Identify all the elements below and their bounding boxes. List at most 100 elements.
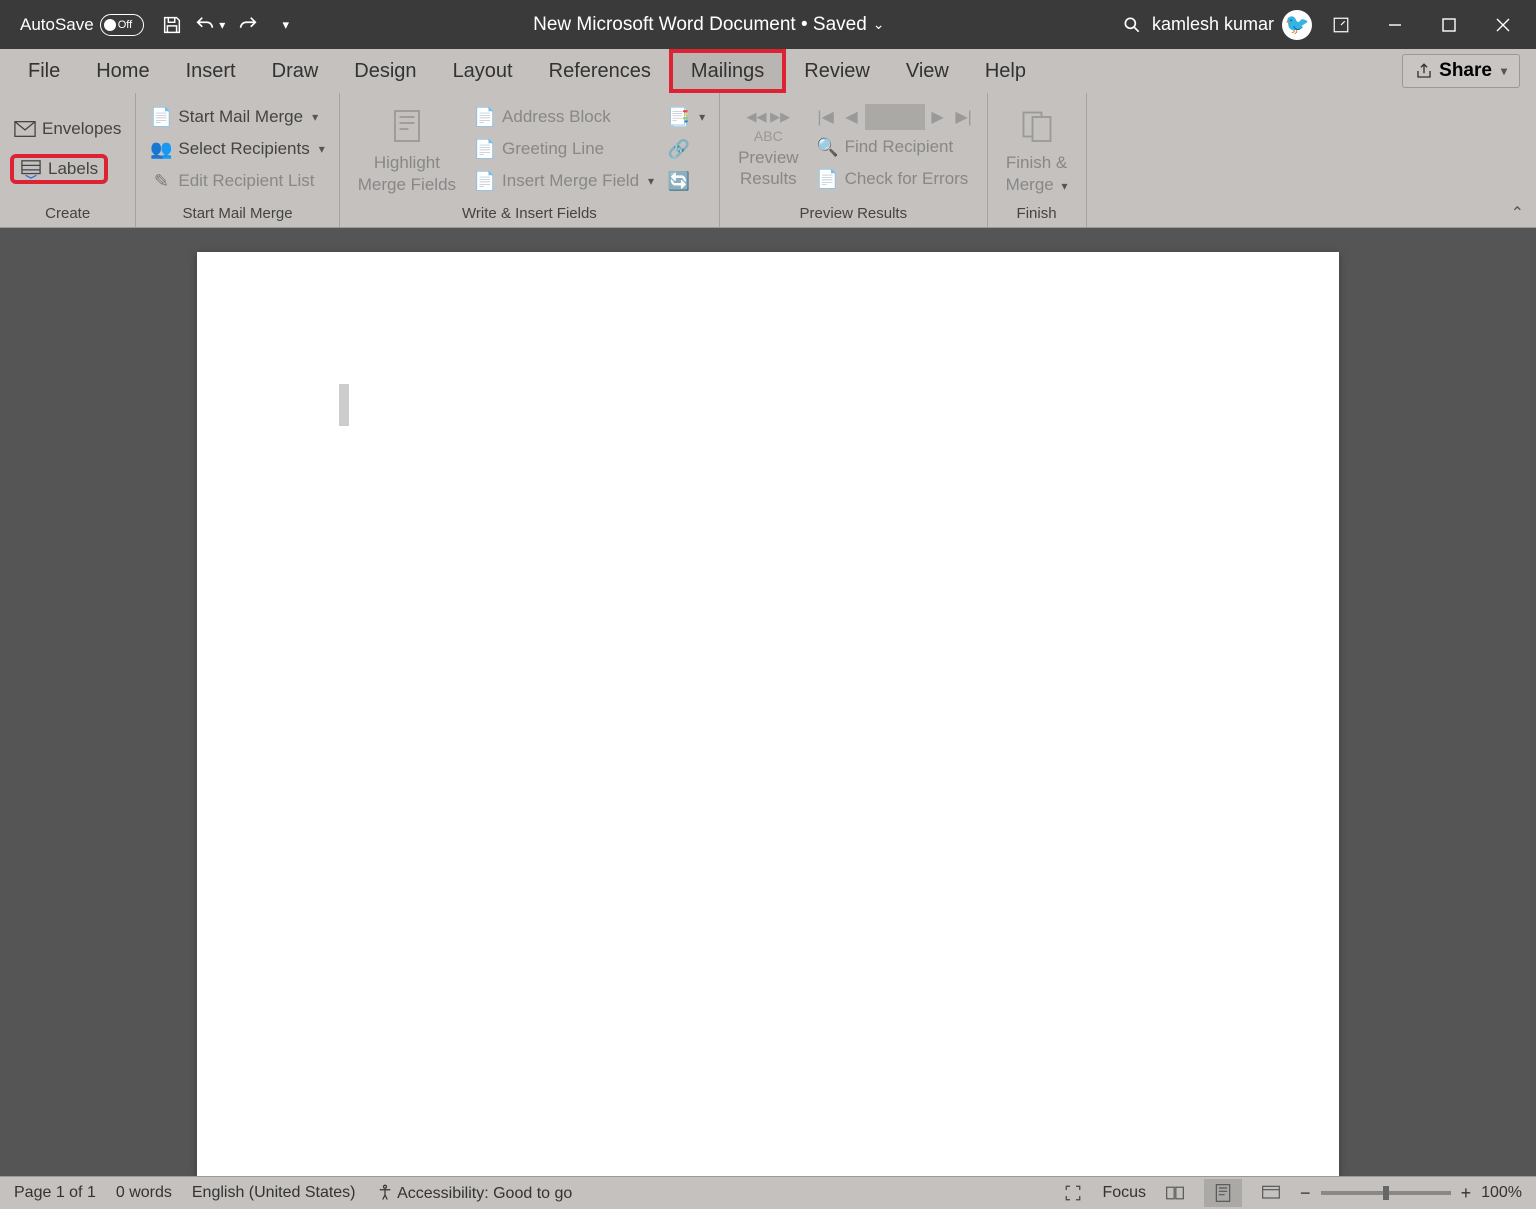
tab-draw[interactable]: Draw [254,49,337,93]
edit-recipient-list-button[interactable]: ✎ Edit Recipient List [146,166,328,196]
focus-mode-button[interactable] [1054,1179,1092,1207]
autosave-toggle[interactable]: AutoSave Off [14,14,150,36]
group-start-mail-merge: 📄 Start Mail Merge ▾ 👥 Select Recipients… [136,93,339,227]
accessibility-icon [376,1183,394,1201]
chevron-down-icon: ▾ [699,110,705,124]
toggle-switch[interactable]: Off [100,14,144,36]
accessibility-status[interactable]: Accessibility: Good to go [376,1183,573,1203]
document-page[interactable] [197,252,1339,1176]
tab-view-label: View [906,60,949,83]
focus-label[interactable]: Focus [1102,1184,1146,1202]
customize-qat-button[interactable]: ▾ [270,9,302,41]
autosave-label: AutoSave [20,15,94,35]
title-right: kamlesh kumar 🐦 [1116,5,1532,45]
find-recipient-button[interactable]: 🔍 Find Recipient [813,132,977,162]
edit-recipient-list-icon: ✎ [150,170,172,192]
rules-button[interactable]: 📑▾ [664,102,709,132]
title-bar: AutoSave Off ▾ ▾ New Microsoft Word Docu… [0,0,1536,49]
close-button[interactable] [1478,5,1528,45]
ribbon-display-button[interactable] [1316,5,1366,45]
rules-icon: 📑 [668,106,690,128]
find-recipient-label: Find Recipient [845,137,954,157]
print-layout-button[interactable] [1204,1179,1242,1207]
finish-merge-button[interactable]: Finish &Merge ▾ [998,99,1076,199]
finish-merge-icon [1014,103,1060,149]
minimize-button[interactable] [1370,5,1420,45]
undo-button[interactable]: ▾ [194,9,226,41]
read-mode-button[interactable] [1156,1179,1194,1207]
autosave-state: Off [118,19,132,31]
group-startmm-label: Start Mail Merge [136,205,338,227]
tab-home[interactable]: Home [78,49,167,93]
maximize-button[interactable] [1424,5,1474,45]
ribbon-tabs: File Home Insert Draw Design Layout Refe… [0,49,1536,93]
document-title: New Microsoft Word Document • Saved [533,14,867,36]
tab-help[interactable]: Help [967,49,1044,93]
last-record-button[interactable]: ▶| [951,104,977,130]
group-write-label: Write & Insert Fields [340,205,719,227]
ribbon-content: Envelopes Labels Create 📄 Start Mail Mer… [0,93,1536,228]
tab-layout[interactable]: Layout [435,49,531,93]
zoom-in-button[interactable]: + [1461,1183,1472,1204]
find-recipient-icon: 🔍 [817,136,839,158]
start-mail-merge-button[interactable]: 📄 Start Mail Merge ▾ [146,102,328,132]
tab-mailings[interactable]: Mailings [669,49,786,93]
record-number-field[interactable] [865,104,925,130]
share-button[interactable]: Share ▾ [1402,54,1520,88]
check-errors-label: Check for Errors [845,169,969,189]
group-create-label: Create [0,205,135,227]
tab-help-label: Help [985,60,1026,83]
start-mail-merge-label: Start Mail Merge [178,107,303,127]
prev-record-button[interactable]: ◀ [839,104,865,130]
check-errors-icon: 📄 [817,168,839,190]
start-mail-merge-icon: 📄 [150,106,172,128]
title-dropdown-icon[interactable]: ⌄ [873,16,885,33]
highlight-merge-fields-button[interactable]: HighlightMerge Fields [350,99,464,199]
select-recipients-icon: 👥 [150,138,172,160]
web-layout-button[interactable] [1252,1179,1290,1207]
labels-button[interactable]: Labels [10,154,108,184]
collapse-ribbon-button[interactable]: ⌃ [1511,203,1524,223]
record-navigation: |◀ ◀ ▶ ▶| [813,104,977,130]
preview-label-1: Preview [738,148,798,167]
insert-merge-field-button[interactable]: 📄 Insert Merge Field ▾ [470,166,658,196]
tab-review[interactable]: Review [786,49,888,93]
first-record-button[interactable]: |◀ [813,104,839,130]
zoom-level[interactable]: 100% [1481,1184,1522,1202]
page-number[interactable]: Page 1 of 1 [14,1184,96,1202]
zoom-thumb[interactable] [1383,1186,1389,1200]
language[interactable]: English (United States) [192,1184,356,1202]
redo-button[interactable] [232,9,264,41]
status-bar: Page 1 of 1 0 words English (United Stat… [0,1176,1536,1209]
group-finish-label: Finish [988,205,1086,227]
zoom-out-button[interactable]: − [1300,1183,1311,1204]
tab-insert-label: Insert [186,60,236,83]
tab-file[interactable]: File [10,49,78,93]
next-record-button[interactable]: ▶ [925,104,951,130]
accessibility-label: Accessibility: Good to go [397,1185,572,1202]
zoom-slider[interactable] [1321,1191,1451,1195]
highlight-label-1: Highlight [374,153,440,172]
match-fields-button[interactable]: 🔗 [664,134,709,164]
title-center: New Microsoft Word Document • Saved ⌄ [302,14,1116,36]
status-right: Focus − + 100% [1054,1179,1522,1207]
user-account[interactable]: kamlesh kumar 🐦 [1152,10,1312,40]
word-count[interactable]: 0 words [116,1184,172,1202]
save-button[interactable] [156,9,188,41]
share-label: Share [1439,60,1492,82]
tab-insert[interactable]: Insert [168,49,254,93]
update-labels-button[interactable]: 🔄 [664,166,709,196]
address-block-button[interactable]: 📄 Address Block [470,102,658,132]
tab-view[interactable]: View [888,49,967,93]
tab-references[interactable]: References [531,49,669,93]
check-errors-button[interactable]: 📄 Check for Errors [813,164,977,194]
envelopes-button[interactable]: Envelopes [10,114,125,144]
search-button[interactable] [1116,9,1148,41]
group-preview-label: Preview Results [720,205,986,227]
preview-results-button[interactable]: ◀◀ ▶▶ ABC PreviewResults [730,105,806,194]
greeting-line-button[interactable]: 📄 Greeting Line [470,134,658,164]
select-recipients-button[interactable]: 👥 Select Recipients ▾ [146,134,328,164]
tab-design[interactable]: Design [336,49,434,93]
chevron-down-icon: ▾ [312,110,318,124]
toggle-circle-icon [104,19,116,31]
